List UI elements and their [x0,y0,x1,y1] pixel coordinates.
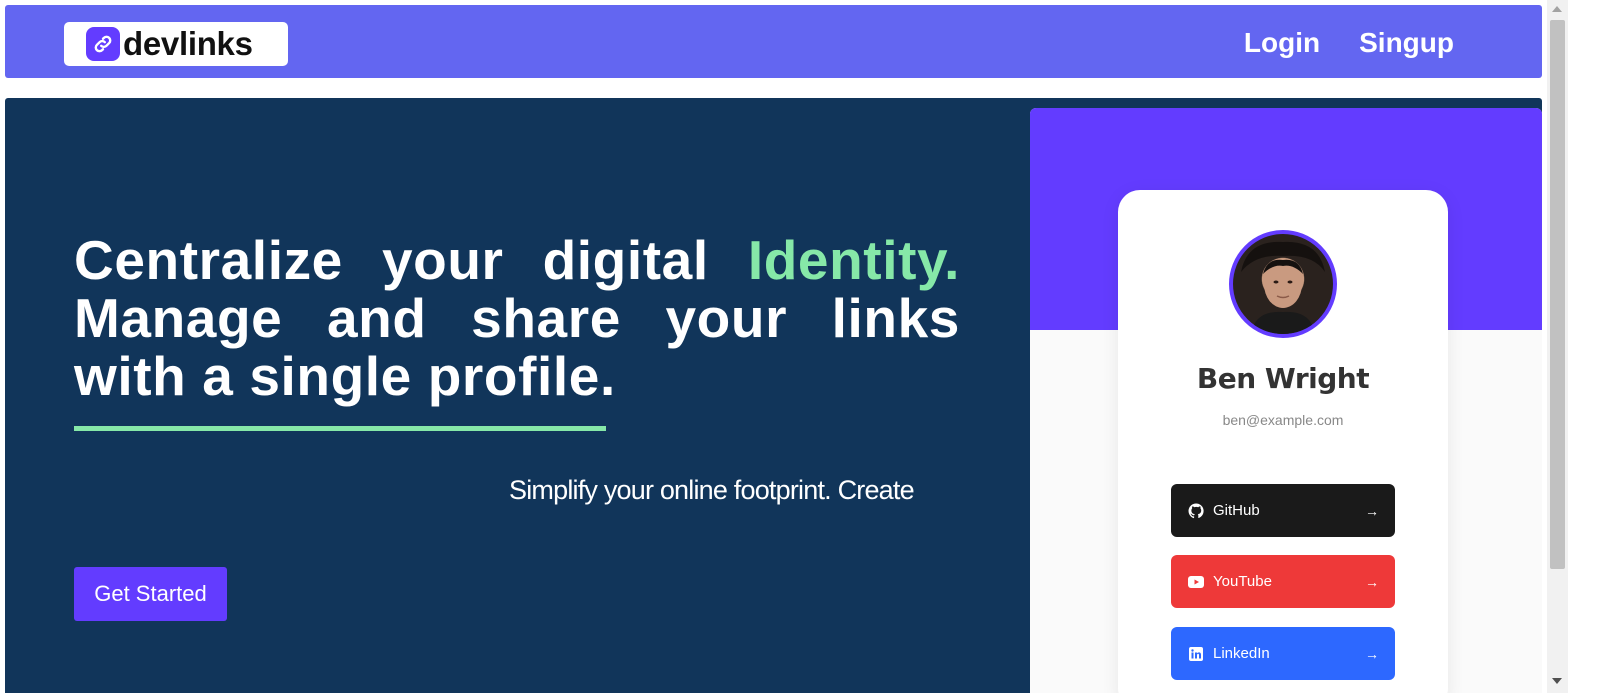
headline-highlight: Identity. [747,229,960,291]
profile-preview: Ben Wright ben@example.com GitHub → YouT… [1030,108,1542,693]
get-started-button[interactable]: Get Started [74,567,227,621]
scrollbar-thumb[interactable] [1550,20,1565,569]
youtube-link-label: YouTube [1213,573,1272,590]
headline-part-2: Manage and share your links with a singl… [74,287,960,407]
scroll-up-arrow-icon[interactable] [1552,6,1562,12]
github-link-button[interactable]: GitHub → [1171,484,1395,537]
github-icon [1187,502,1205,520]
top-navbar: devlinks Login Singup [5,5,1542,78]
linkedin-link-label: LinkedIn [1213,645,1270,662]
marquee-text: Simplify your online footprint. Create [509,475,915,505]
logo[interactable]: devlinks [64,22,288,66]
brand-name: devlinks [123,25,253,62]
profile-card: Ben Wright ben@example.com GitHub → YouT… [1118,190,1448,693]
scroll-down-arrow-icon[interactable] [1552,678,1562,684]
signup-link[interactable]: Singup [1359,27,1454,59]
linkedin-icon [1187,645,1205,663]
marquee: Simplify your online footprint. Create [74,472,962,508]
profile-name: Ben Wright [1196,362,1370,395]
hero-headline: Centralize your digital Identity. Manage… [74,231,960,405]
arrow-right-icon: → [1365,573,1379,590]
github-link-label: GitHub [1213,502,1260,519]
linkedin-link-button[interactable]: LinkedIn → [1171,627,1395,680]
avatar [1229,230,1337,338]
arrow-right-icon: → [1365,502,1379,519]
link-icon [86,27,120,61]
headline-part-1: Centralize your digital [74,229,748,291]
arrow-right-icon: → [1365,645,1379,662]
profile-email: ben@example.com [1222,412,1344,428]
page-scrollbar[interactable] [1547,0,1568,693]
nav-links: Login Singup [1244,27,1454,59]
youtube-icon [1187,573,1205,591]
headline-underline [74,426,606,431]
login-link[interactable]: Login [1244,27,1320,59]
youtube-link-button[interactable]: YouTube → [1171,555,1395,608]
